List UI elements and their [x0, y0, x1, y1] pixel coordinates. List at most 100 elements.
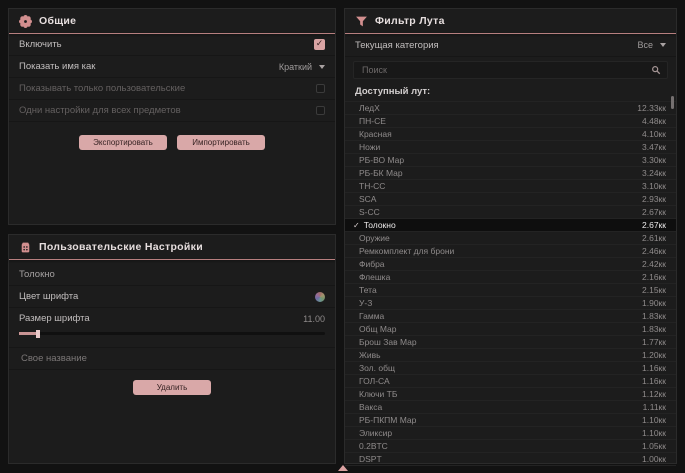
slider-handle[interactable] [36, 330, 40, 338]
setting-row-user-only: Показывать только пользовательские [9, 78, 335, 100]
loot-item-row[interactable]: ✓ S-СС 2.67кк [345, 206, 676, 219]
loot-item-value: 1.83кк [642, 324, 666, 334]
custom-name-row [9, 347, 335, 370]
font-size-label: Размер шрифта [19, 313, 90, 324]
loot-item-row[interactable]: ✓ Живь 1.20кк [345, 349, 676, 362]
loot-item-value: 1.05кк [642, 441, 666, 451]
loot-item-row[interactable]: ✓ Вакса 1.11кк [345, 401, 676, 414]
loot-item-value: 3.24кк [642, 168, 666, 178]
loot-item-name: DSPT [359, 454, 382, 464]
loot-filter-title: Фильтр Лута [375, 15, 445, 27]
loot-item-row[interactable]: ✓ Толокно 2.67кк [345, 219, 676, 232]
loot-filter-header: Фильтр Лута [345, 9, 676, 33]
loot-item-value: 1.16кк [642, 363, 666, 373]
name-mode-select[interactable]: Краткий [279, 62, 325, 72]
loot-item-name: Ножи [359, 142, 380, 152]
loot-item-row[interactable]: ✓ ЛедХ 12.33кк [345, 102, 676, 115]
loot-item-row[interactable]: ✓ SCA 2.93кк [345, 193, 676, 206]
general-panel: Общие Включить ✓ Показать имя как Кратки… [8, 8, 336, 225]
loot-item-name: Тета [359, 285, 377, 295]
loot-item-name: Флешка [359, 272, 390, 282]
setting-row-enable: Включить ✓ [9, 34, 335, 56]
category-select[interactable]: Все [637, 40, 666, 50]
enable-checkbox[interactable]: ✓ [314, 39, 325, 50]
delete-button[interactable]: Удалить [133, 380, 211, 395]
name-mode-label: Показать имя как [19, 61, 95, 72]
loot-item-row[interactable]: ✓ Ремкомплект для брони 2.46кк [345, 245, 676, 258]
loot-item-name: Гамма [359, 311, 384, 321]
chevron-down-icon [319, 65, 325, 69]
loot-item-name: РБ-ПКПМ Мар [359, 415, 416, 425]
selected-item-name: Толокно [9, 260, 335, 285]
loot-item-row[interactable]: ✓ Ключи ТБ 1.12кк [345, 388, 676, 401]
loot-filter-panel: Фильтр Лута Текущая категория Все Доступ… [344, 8, 677, 464]
loot-item-row[interactable]: ✓ Зол. общ 1.16кк [345, 362, 676, 375]
loot-item-row[interactable]: ✓ Ножи 3.47кк [345, 141, 676, 154]
loot-item-row[interactable]: ✓ Флешка 2.16кк [345, 271, 676, 284]
check-icon: ✓ [353, 221, 360, 230]
loot-item-row[interactable]: ✓ Гамма 1.83кк [345, 310, 676, 323]
category-value: Все [637, 40, 653, 50]
loot-item-row[interactable]: ✓ Эликсир 1.10кк [345, 427, 676, 440]
loot-item-value: 1.83кк [642, 311, 666, 321]
import-button[interactable]: Импортировать [177, 135, 265, 150]
loot-item-row[interactable]: ✓ ГОЛ-СА 1.16кк [345, 375, 676, 388]
search-box [353, 61, 668, 79]
loot-item-name: Эликсир [359, 428, 392, 438]
loot-item-row[interactable]: ✓ 0.2BTC 1.05кк [345, 440, 676, 453]
funnel-icon [355, 15, 368, 28]
loot-item-name: Зол. общ [359, 363, 395, 373]
font-size-slider-row [9, 329, 335, 341]
loot-item-row[interactable]: ✓ Тета 2.15кк [345, 284, 676, 297]
bottom-arrow-handle[interactable] [338, 465, 348, 471]
loot-item-value: 1.00кк [642, 454, 666, 464]
loot-item-row[interactable]: ✓ Красная 4.10кк [345, 128, 676, 141]
loot-item-value: 1.77кк [642, 337, 666, 347]
loot-item-row[interactable]: ✓ РБ-ВО Мар 3.30кк [345, 154, 676, 167]
loot-item-name: У-З [359, 298, 372, 308]
loot-item-value: 2.93кк [642, 194, 666, 204]
loot-item-value: 2.15кк [642, 285, 666, 295]
loot-item-name: Ключи ТБ [359, 389, 397, 399]
loot-item-name: Живь [359, 350, 381, 360]
loot-item-row[interactable]: ✓ РБ-БК Мар 3.24кк [345, 167, 676, 180]
loot-item-row[interactable]: ✓ Общ Мар 1.83кк [345, 323, 676, 336]
loot-list: ✓ ЛедХ 12.33кк ✓ ПН-СЕ 4.48кк ✓ Красная … [345, 101, 676, 466]
color-wheel-icon[interactable] [315, 292, 325, 302]
loot-item-value: 1.10кк [642, 415, 666, 425]
loot-item-row[interactable]: ✓ Оружие 2.61кк [345, 232, 676, 245]
general-panel-header: Общие [9, 9, 335, 33]
font-size-row: Размер шрифта 11.00 [9, 308, 335, 329]
loot-item-row[interactable]: ✓ Брош Зав Мар 1.77кк [345, 336, 676, 349]
loot-item-value: 1.90кк [642, 298, 666, 308]
loot-item-row[interactable]: ✓ РБ-ПКПМ Мар 1.10кк [345, 414, 676, 427]
loot-item-name: Общ Мар [359, 324, 396, 334]
search-input[interactable] [360, 64, 647, 76]
loot-item-name: SCA [359, 194, 376, 204]
custom-name-input[interactable] [19, 352, 325, 365]
loot-item-row[interactable]: ✓ DSPT 1.00кк [345, 453, 676, 466]
loot-item-name: ТН-СС [359, 181, 385, 191]
search-icon[interactable] [651, 65, 661, 75]
delete-row: Удалить [9, 380, 335, 395]
loot-item-value: 1.10кк [642, 428, 666, 438]
same-settings-label: Одни настройки для всех предметов [19, 105, 181, 116]
loot-item-name: Оружие [359, 233, 390, 243]
loot-item-name: S-СС [359, 207, 380, 217]
loot-item-row[interactable]: ✓ ПН-СЕ 4.48кк [345, 115, 676, 128]
export-button[interactable]: Экспортировать [79, 135, 167, 150]
loot-item-row[interactable]: ✓ Фибра 2.42кк [345, 258, 676, 271]
font-size-slider[interactable] [19, 332, 325, 335]
user-settings-title: Пользовательские Настройки [39, 241, 203, 253]
user-only-label: Показывать только пользовательские [19, 83, 185, 94]
loot-item-row[interactable]: ✓ ТН-СС 3.10кк [345, 180, 676, 193]
loot-item-row[interactable]: ✓ У-З 1.90кк [345, 297, 676, 310]
scrollbar-thumb[interactable] [671, 96, 674, 109]
loot-item-value: 12.33кк [637, 103, 666, 113]
same-settings-checkbox[interactable] [316, 106, 325, 115]
category-label: Текущая категория [355, 40, 439, 51]
loot-item-value: 2.67кк [642, 220, 666, 230]
loot-item-value: 3.47кк [642, 142, 666, 152]
general-panel-title: Общие [39, 15, 76, 27]
user-only-checkbox[interactable] [316, 84, 325, 93]
